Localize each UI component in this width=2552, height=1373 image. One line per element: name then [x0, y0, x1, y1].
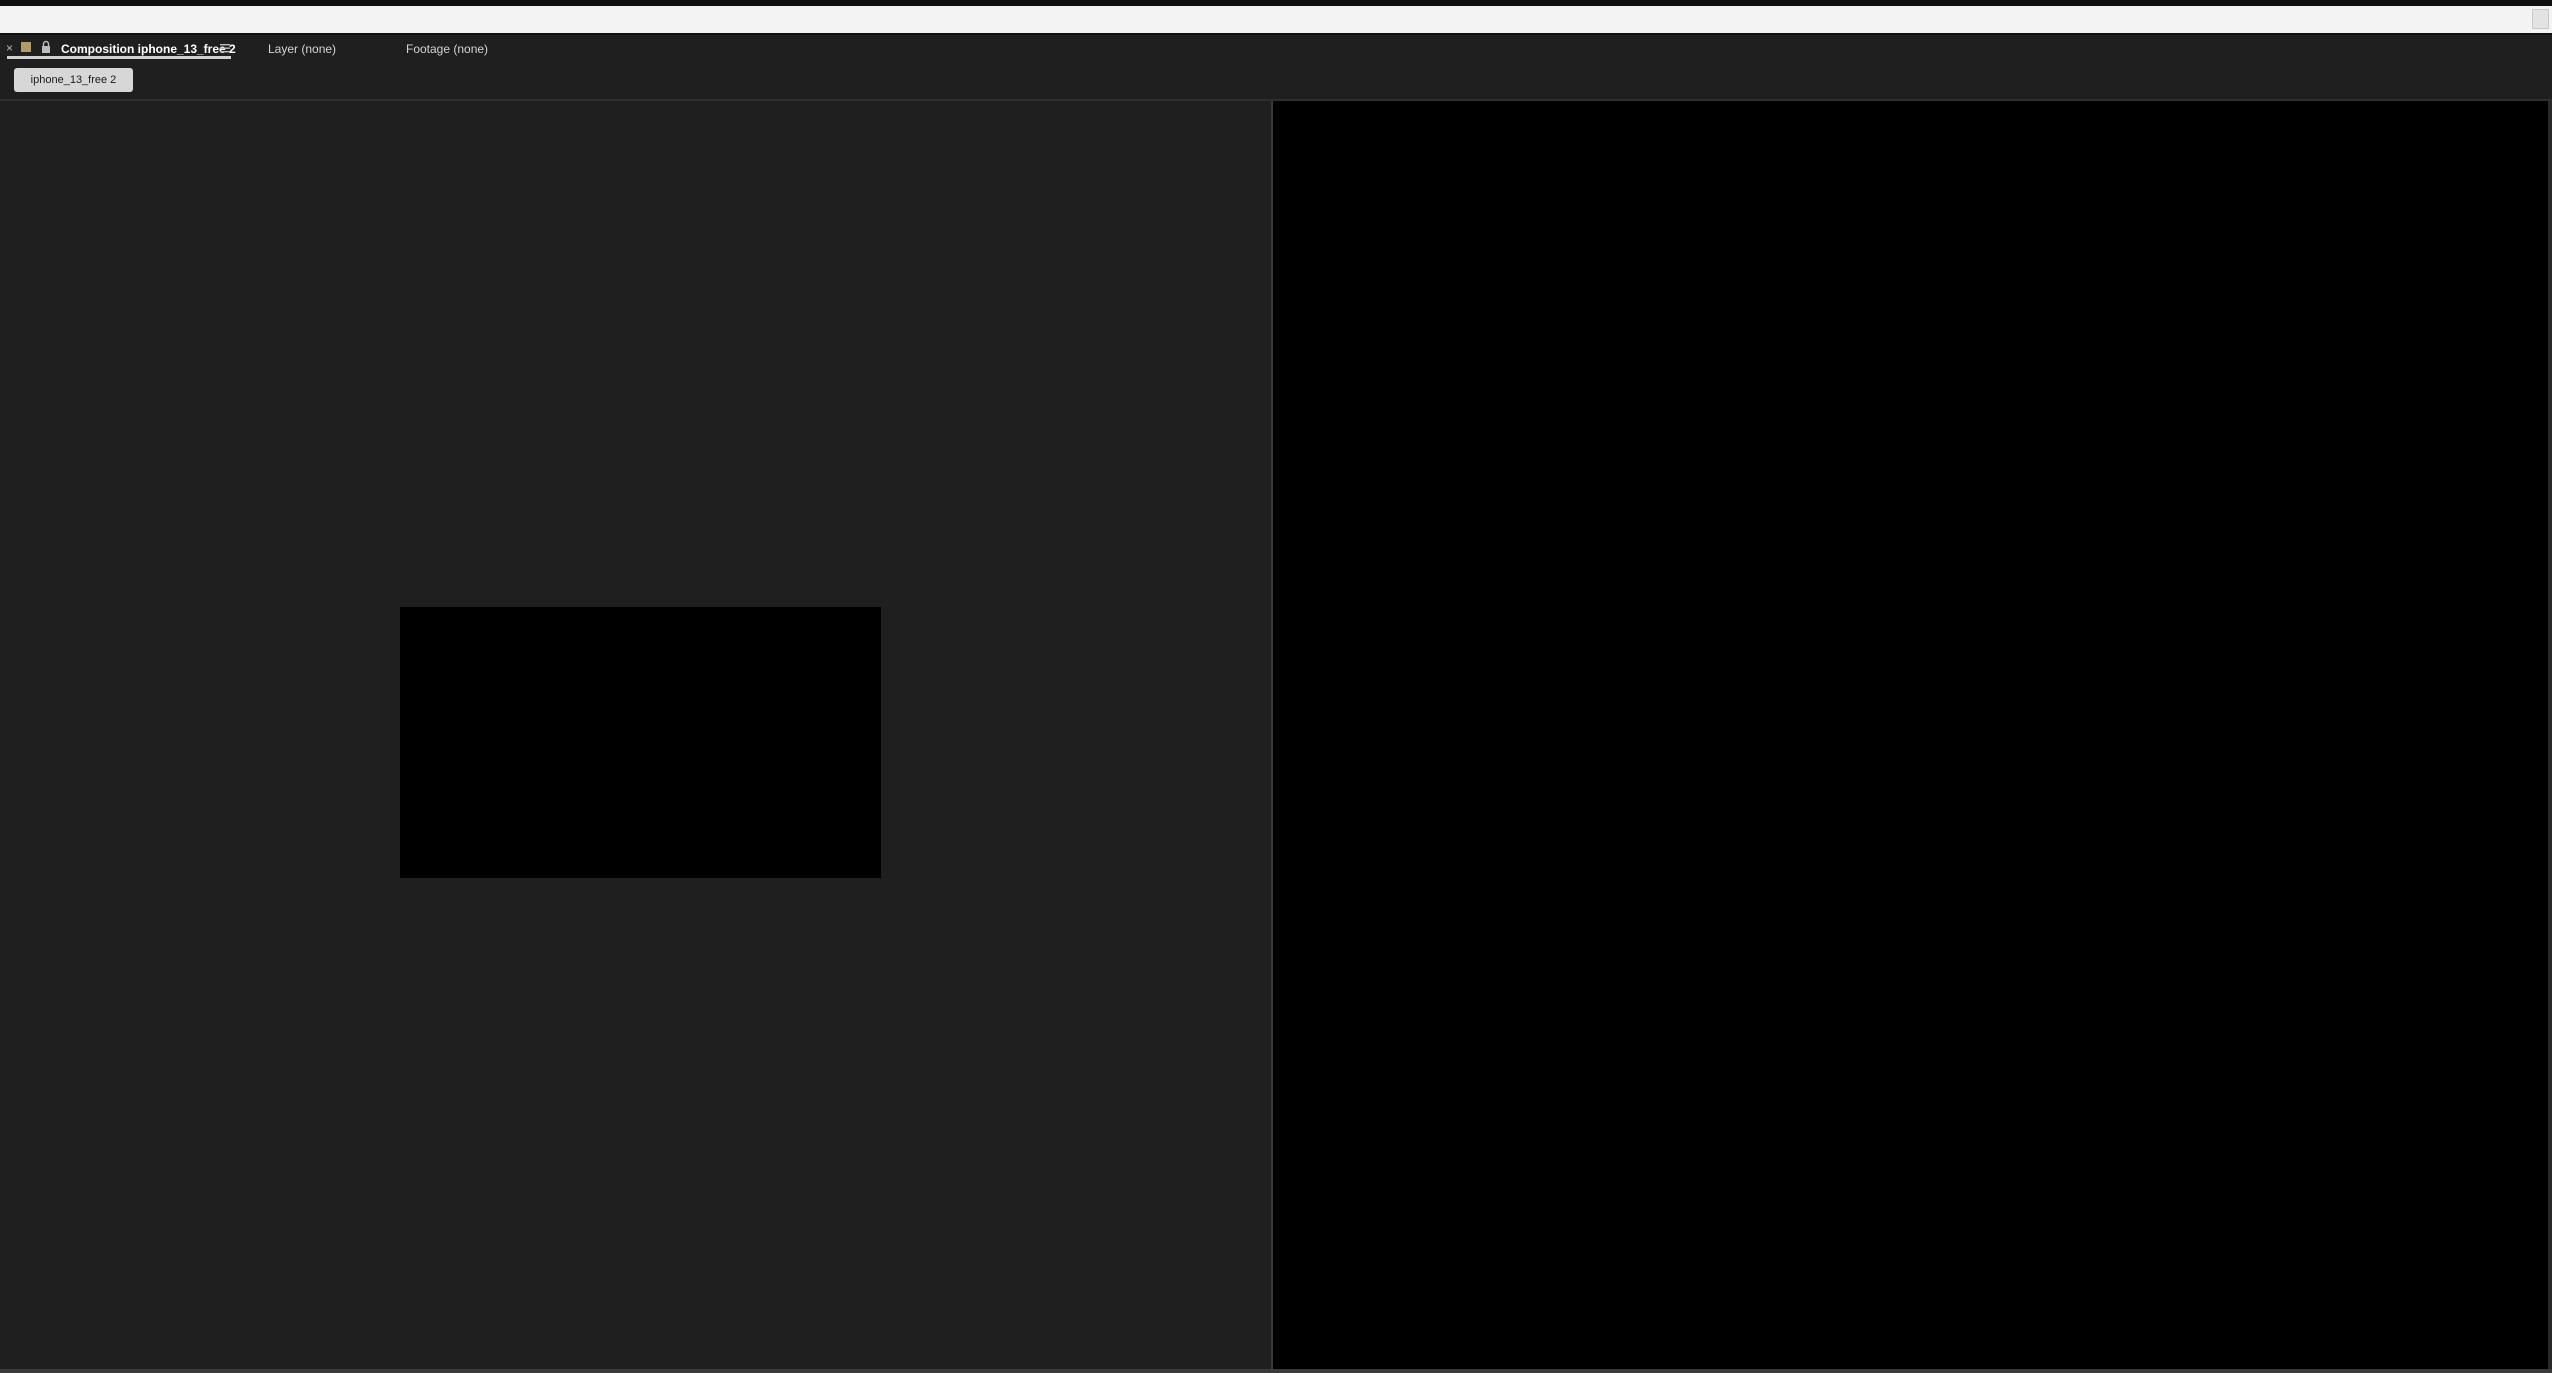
secondary-viewer-pane[interactable] [1273, 101, 2548, 1369]
label-color-swatch-icon [21, 42, 31, 52]
title-bar [0, 0, 2552, 35]
viewer-tab-bar [0, 35, 2552, 65]
tab-footage[interactable]: Footage (none) [406, 38, 488, 60]
window-control-button[interactable] [2532, 9, 2549, 29]
lock-icon[interactable] [40, 40, 52, 54]
bottom-panel-edge [0, 1369, 2552, 1373]
right-panel-edge [2548, 101, 2552, 1369]
active-tab-indicator [7, 56, 231, 59]
composition-breadcrumb[interactable]: iphone_13_free 2 [14, 68, 133, 92]
tab-layer[interactable]: Layer (none) [268, 38, 336, 60]
composition-navigator-bar [0, 65, 2552, 99]
close-icon[interactable]: × [6, 38, 18, 58]
panel-menu-icon[interactable] [220, 42, 230, 54]
window-strip [0, 6, 2552, 33]
composition-frame[interactable] [400, 607, 881, 878]
